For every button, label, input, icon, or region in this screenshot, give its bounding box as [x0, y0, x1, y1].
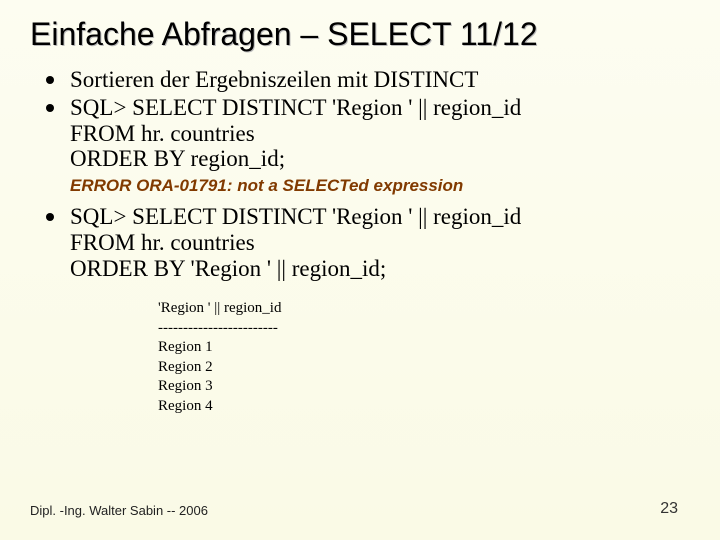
slide: Einfache Abfragen – SELECT 11/12 Sortier… [0, 0, 720, 540]
result-row-2: Region 2 [158, 358, 696, 378]
query-result: 'Region ' || region_id -----------------… [158, 299, 696, 416]
bullet-2-line-3: ORDER BY region_id; [70, 146, 285, 171]
bullet-3-line-1: SQL> SELECT DISTINCT 'Region ' || region… [70, 204, 521, 229]
page-number: 23 [660, 500, 678, 518]
bullet-item-3: SQL> SELECT DISTINCT 'Region ' || region… [36, 204, 696, 281]
bullet-list: Sortieren der Ergebniszeilen mit DISTINC… [36, 67, 696, 172]
bullet-3-line-3: ORDER BY 'Region ' || region_id; [70, 256, 386, 281]
bullet-1-text: Sortieren der Ergebniszeilen mit DISTINC… [70, 67, 478, 92]
bullet-list-2: SQL> SELECT DISTINCT 'Region ' || region… [36, 204, 696, 281]
error-message: ERROR ORA-01791: not a SELECTed expressi… [70, 176, 696, 196]
result-row-3: Region 3 [158, 377, 696, 397]
slide-title: Einfache Abfragen – SELECT 11/12 [30, 16, 696, 53]
bullet-item-2: SQL> SELECT DISTINCT 'Region ' || region… [36, 95, 696, 172]
result-header: 'Region ' || region_id [158, 299, 696, 319]
result-separator: ------------------------ [158, 319, 696, 339]
bullet-3-line-2: FROM hr. countries [70, 230, 255, 255]
slide-footer: Dipl. -Ing. Walter Sabin -- 2006 23 [30, 503, 690, 518]
result-row-1: Region 1 [158, 338, 696, 358]
bullet-2-line-2: FROM hr. countries [70, 121, 255, 146]
bullet-2-line-1: SQL> SELECT DISTINCT 'Region ' || region… [70, 95, 521, 120]
bullet-item-1: Sortieren der Ergebniszeilen mit DISTINC… [36, 67, 696, 93]
result-row-4: Region 4 [158, 397, 696, 417]
footer-text: Dipl. -Ing. Walter Sabin -- 2006 [30, 503, 208, 518]
